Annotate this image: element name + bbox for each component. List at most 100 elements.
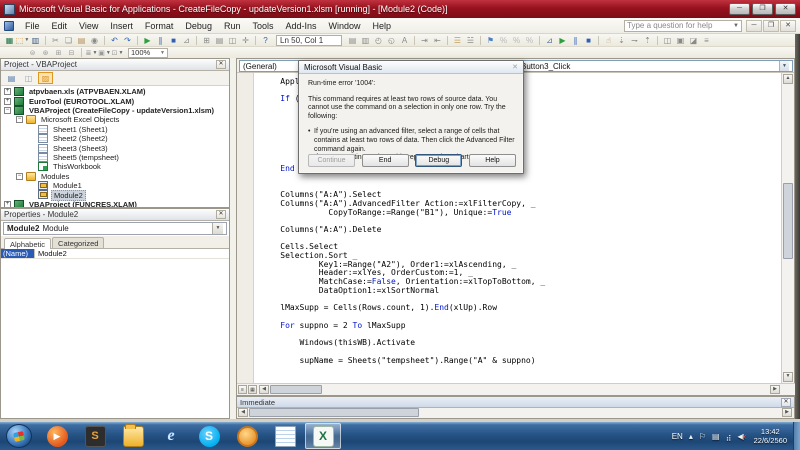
row2-list-dropdown-icon[interactable]: ≣▼	[85, 48, 98, 57]
expand-toggle-icon[interactable]: +	[4, 88, 11, 95]
watch-window-icon[interactable]: ◪	[687, 35, 700, 46]
mdi-minimize-button[interactable]: ─	[746, 20, 762, 32]
toggle-folders-icon[interactable]: ▨	[38, 72, 53, 84]
reset-2-icon[interactable]: ■	[582, 35, 595, 46]
save-icon[interactable]: ▥	[29, 35, 42, 46]
tree-item-thisworkbook[interactable]: ThisWorkbook	[1, 162, 229, 171]
maximize-button[interactable]: ❐	[752, 3, 773, 15]
step-into-icon[interactable]: ⇣	[615, 35, 628, 46]
step-over-icon[interactable]: ⇁	[628, 35, 641, 46]
menu-item-format[interactable]: Format	[139, 20, 180, 32]
view-object-icon[interactable]: ◫	[21, 72, 36, 84]
scroll-down-arrow[interactable]: ▼	[783, 372, 793, 382]
expand-toggle-icon[interactable]: −	[16, 116, 23, 123]
run-sub-icon[interactable]: ▶	[141, 35, 154, 46]
object-browser-icon[interactable]: ◫	[226, 35, 239, 46]
row2-border-dropdown-icon[interactable]: ⊡▼	[111, 48, 124, 57]
row2-split-window-icon[interactable]: ⊟	[65, 48, 78, 57]
break-icon[interactable]: ∥	[154, 35, 167, 46]
tab-categorized[interactable]: Categorized	[52, 237, 104, 248]
taskbar-app-windows-explorer[interactable]	[115, 423, 151, 449]
help-icon[interactable]: ?	[259, 35, 272, 46]
taskbar-app-coin-app[interactable]	[229, 423, 265, 449]
vertical-scrollbar[interactable]: ▲ ▼	[781, 73, 794, 384]
indent-icon[interactable]: ⇥	[418, 35, 431, 46]
call-stack-icon[interactable]: ≡	[700, 35, 713, 46]
tab-alphabetic[interactable]: Alphabetic	[4, 238, 51, 249]
tree-item-atpvbaen-xls-atpvbaen-xlam[interactable]: +atpvbaen.xls (ATPVBAEN.XLAM)	[1, 87, 229, 96]
menu-item-help[interactable]: Help	[367, 20, 398, 32]
dialog-button-end[interactable]: End	[362, 154, 409, 167]
taskbar-app-notepad[interactable]	[267, 423, 303, 449]
step-out-icon[interactable]: ⇡	[641, 35, 654, 46]
menu-item-window[interactable]: Window	[323, 20, 367, 32]
tree-item-eurotool-eurotool-xlam[interactable]: +EuroTool (EUROTOOL.XLAM)	[1, 96, 229, 105]
cut-icon[interactable]: ✂	[49, 35, 62, 46]
list-properties-icon[interactable]: ▤	[346, 35, 359, 46]
scroll-left-arrow[interactable]: ◀	[259, 385, 269, 394]
scroll-up-arrow[interactable]: ▲	[783, 74, 793, 84]
insert-userform-icon[interactable]: ⬚▼	[16, 35, 29, 46]
taskbar-app-console-app[interactable]: S	[77, 423, 113, 449]
previous-bookmark-icon[interactable]: %	[510, 35, 523, 46]
copy-icon[interactable]: ❏	[62, 35, 75, 46]
zoom-combobox[interactable]: 100% ▼	[128, 48, 168, 58]
close-icon[interactable]: ✕	[512, 63, 518, 71]
immediate-window-icon[interactable]: ▣	[674, 35, 687, 46]
vertical-scroll-thumb[interactable]	[783, 183, 793, 259]
taskbar-app-internet-explorer[interactable]: e	[153, 423, 189, 449]
toggle-bookmark-icon[interactable]: ⚑	[484, 35, 497, 46]
procedure-view-button[interactable]: ≡	[238, 385, 247, 394]
expand-toggle-icon[interactable]: −	[4, 107, 11, 114]
volume-muted-icon[interactable]: ◀✕	[737, 432, 746, 441]
scroll-right-arrow[interactable]: ▶	[770, 385, 780, 394]
taskbar-app-skype[interactable]: S	[191, 423, 227, 449]
tree-item-vbaproject-funcres-xlam[interactable]: +VBAProject (FUNCRES.XLAM)	[1, 200, 229, 207]
menu-item-debug[interactable]: Debug	[179, 20, 218, 32]
row2-swap-window-icon[interactable]: ⊛	[39, 48, 52, 57]
find-icon[interactable]: ◉	[88, 35, 101, 46]
full-module-view-button[interactable]: ▦	[248, 385, 257, 394]
outdent-icon[interactable]: ⇤	[431, 35, 444, 46]
menu-item-file[interactable]: File	[19, 20, 46, 32]
clear-bookmarks-icon[interactable]: %	[523, 35, 536, 46]
next-bookmark-icon[interactable]: %	[497, 35, 510, 46]
dialog-button-debug[interactable]: Debug	[415, 154, 462, 167]
taskbar-app-media-player[interactable]: ▶	[39, 423, 75, 449]
tree-item-sheet3-sheet3[interactable]: Sheet3 (Sheet3)	[1, 143, 229, 152]
tree-item-sheet1-sheet1[interactable]: Sheet1 (Sheet1)	[1, 125, 229, 134]
view-microsoft-excel-icon[interactable]: ▦	[3, 35, 16, 46]
horizontal-scroll-thumb[interactable]	[249, 408, 419, 417]
tree-item-modules[interactable]: −Modules	[1, 172, 229, 181]
properties-window-icon[interactable]: ▤	[213, 35, 226, 46]
menu-item-insert[interactable]: Insert	[104, 20, 139, 32]
expand-toggle-icon[interactable]: +	[4, 201, 11, 207]
uncomment-block-icon[interactable]: ☱	[464, 35, 477, 46]
minimize-button[interactable]: ─	[729, 3, 750, 15]
parameter-info-icon[interactable]: ◵	[385, 35, 398, 46]
design-mode-icon[interactable]: ⊿	[180, 35, 193, 46]
close-icon[interactable]: ✕	[216, 210, 226, 219]
property-name-cell[interactable]: (Name)	[1, 249, 35, 258]
list-constants-icon[interactable]: ▥	[359, 35, 372, 46]
procedure-dropdown[interactable]: Button3_Click ▼	[517, 60, 793, 72]
horizontal-scrollbar[interactable]: ≡ ▦ ◀ ▶	[237, 383, 796, 395]
expand-toggle-icon[interactable]: +	[4, 98, 11, 105]
toolbox-icon[interactable]: ✛	[239, 35, 252, 46]
undo-icon[interactable]: ↶	[108, 35, 121, 46]
tree-item-sheet5-tempsheet[interactable]: Sheet5 (tempsheet)	[1, 153, 229, 162]
row2-copy-window-icon[interactable]: ⊜	[26, 48, 39, 57]
language-indicator[interactable]: EN	[672, 432, 683, 441]
menu-item-view[interactable]: View	[73, 20, 104, 32]
break-2-icon[interactable]: ∥	[569, 35, 582, 46]
property-row[interactable]: (Name)Module2	[1, 249, 229, 259]
property-value-cell[interactable]: Module2	[35, 249, 229, 258]
close-icon[interactable]: ✕	[216, 60, 226, 69]
taskbar-clock[interactable]: 13:42 22/6/2560	[754, 427, 787, 445]
menu-item-edit[interactable]: Edit	[46, 20, 74, 32]
quick-info-icon[interactable]: ◴	[372, 35, 385, 46]
comment-block-icon[interactable]: ☰	[451, 35, 464, 46]
tree-item-module2[interactable]: Module2	[1, 190, 229, 199]
tree-item-microsoft-excel-objects[interactable]: −Microsoft Excel Objects	[1, 115, 229, 124]
hidden-icons-arrow[interactable]: ▴	[689, 432, 693, 441]
